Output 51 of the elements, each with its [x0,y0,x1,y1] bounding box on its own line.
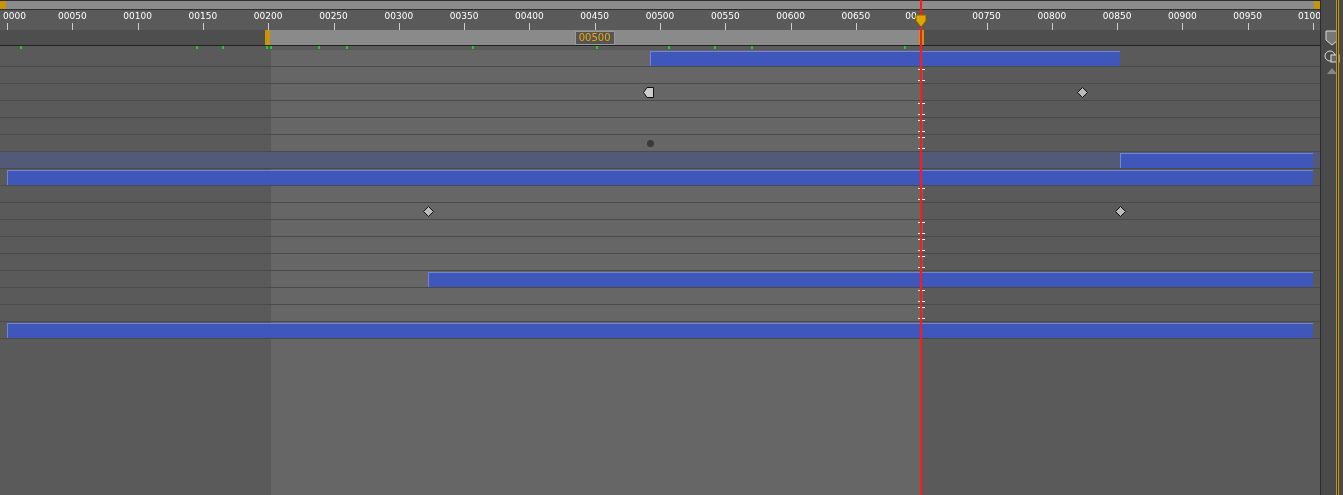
track-row[interactable] [0,237,1320,254]
ruler-label: 00900 [1168,11,1197,22]
layer-bar[interactable] [1119,153,1313,168]
ruler-label: 0100 [1298,11,1321,22]
keyframe-icon[interactable] [642,87,654,98]
track-row[interactable] [0,67,1320,84]
ruler-label: 00350 [449,11,479,22]
scrollbar-track[interactable] [1336,0,1339,495]
track-row[interactable] [0,152,1320,169]
scrollbar-thumb[interactable] [0,1,1320,9]
track-row[interactable] [0,271,1320,288]
track-row[interactable] [0,203,1320,220]
keyframe-icon[interactable] [1076,87,1088,98]
ruler-label: 00450 [580,11,609,22]
layer-bar[interactable] [649,51,1120,66]
ruler-label: 00200 [253,11,283,22]
ruler-label: 00600 [776,11,805,22]
ruler-label: 00750 [972,11,1001,22]
ruler-label: 00500 [645,11,675,22]
ruler-label: 00 [905,11,917,22]
track-row[interactable] [0,118,1320,135]
layer-bar[interactable] [427,272,1313,287]
ruler-label: 00800 [1037,11,1067,22]
track-row[interactable] [0,186,1320,203]
track-row[interactable] [0,101,1320,118]
duration-readout: 00500 [574,31,615,45]
ruler-label: 00400 [515,11,544,22]
track-row[interactable] [0,220,1320,237]
track-row[interactable] [0,305,1320,322]
track-row[interactable] [0,254,1320,271]
ruler-label: 00550 [711,11,740,22]
work-area-bar[interactable] [265,30,925,45]
ruler-label: 00100 [123,11,152,22]
ruler-label: 00950 [1233,11,1262,22]
ruler-label: 00150 [188,11,218,22]
ruler-label: 00050 [58,11,87,22]
ruler-label: 00650 [841,11,871,22]
track-row[interactable] [0,84,1320,101]
track-row[interactable] [0,288,1320,305]
time-ruler[interactable]: 0000 00050 00100 00150 00200 00250 00300 00350 00400 00450 00500 00550 00600 00650 00 00750 00800 00850 00900 00950 0100 [0,10,1320,30]
keyframe-icon[interactable] [1114,206,1126,217]
composition-icon[interactable] [1324,50,1340,64]
playhead-line[interactable] [920,0,923,495]
ruler-label: 00250 [319,11,348,22]
ruler-label: 00300 [384,11,414,22]
scroll-up-icon[interactable] [1327,68,1337,74]
keyframe-icon[interactable] [422,206,434,217]
track-row[interactable] [0,50,1320,67]
ruler-label: 0000 [3,11,26,22]
ruler-label: 00850 [1102,11,1132,22]
playhead-handle-icon[interactable] [915,14,928,28]
